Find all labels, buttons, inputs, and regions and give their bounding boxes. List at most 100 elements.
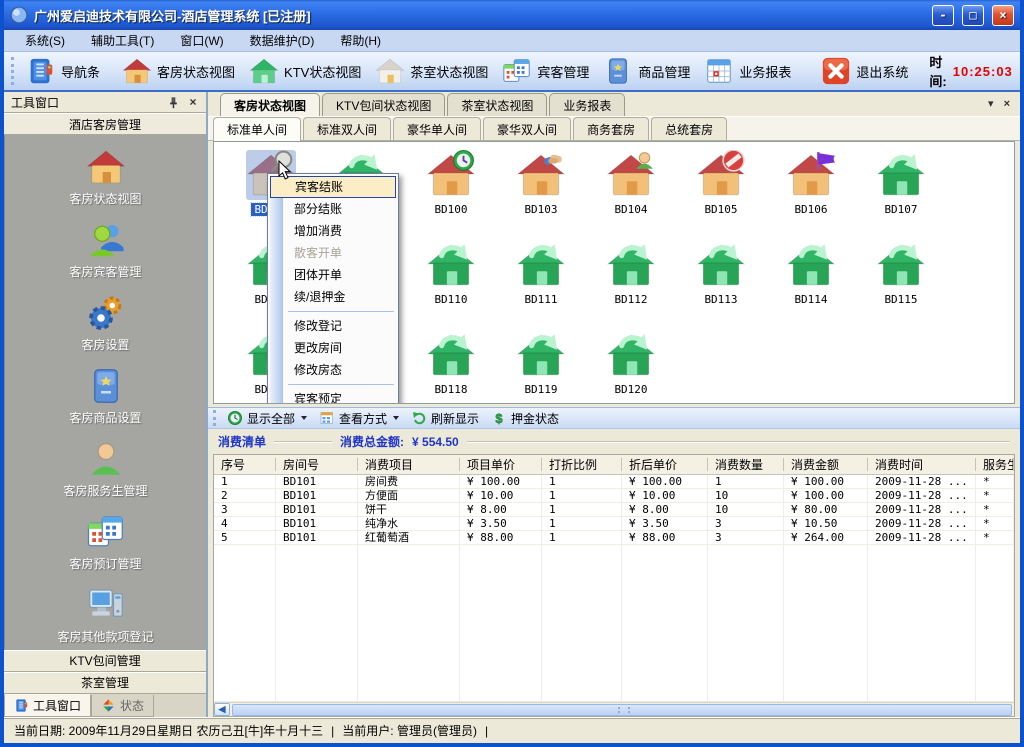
menu-item-1[interactable]: 辅助工具(T)	[80, 30, 165, 51]
navigator-book-icon	[14, 698, 29, 713]
sidebar-bottom-tab-label: 状态	[120, 697, 144, 714]
sidebar-group-button-0[interactable]: KTV包间管理	[4, 650, 206, 672]
toolbar-button-3[interactable]: 茶室状态视图	[368, 55, 495, 87]
sidebar-item-2[interactable]: 客房设置	[5, 293, 206, 353]
room-BD100[interactable]: BD100	[406, 150, 496, 233]
view-tab-1[interactable]: KTV包间状态视图	[322, 93, 445, 116]
list-toolbar-button-3[interactable]: $押金状态	[486, 410, 564, 427]
context-menu-item-1[interactable]: 部分结账	[270, 198, 396, 220]
scroll-left-icon[interactable]: ◀	[214, 703, 230, 716]
context-menu-item-8[interactable]: 修改房态	[270, 359, 396, 381]
time-value: 10:25:03	[953, 64, 1013, 79]
list-toolbar-button-0[interactable]: 显示全部	[222, 410, 312, 427]
context-menu-item-4[interactable]: 团体开单	[270, 264, 396, 286]
toolbar-grip[interactable]	[213, 410, 216, 426]
room-BD111[interactable]: BD111	[496, 240, 586, 323]
minimize-button[interactable]: -	[932, 5, 954, 26]
table-body: 1BD101房间费¥ 100.001¥ 100.001¥ 100.002009-…	[214, 475, 1014, 702]
context-menu-item-6[interactable]: 修改登记	[270, 315, 396, 337]
room-BD112[interactable]: BD112	[586, 240, 676, 323]
tab-close-icon[interactable]: ×	[1004, 98, 1010, 110]
scrollbar-thumb[interactable]	[232, 704, 1012, 716]
gears-icon	[86, 293, 126, 333]
toolbar-button-6[interactable]: 业务报表	[697, 55, 798, 87]
room-BD113[interactable]: BD113	[676, 240, 766, 323]
column-header-5[interactable]: 折后单价	[622, 455, 708, 474]
room-BD120[interactable]: BD120	[586, 330, 676, 404]
sidebar-item-5[interactable]: 客房预订管理	[5, 512, 206, 572]
room-type-tab-4[interactable]: 商务套房	[573, 117, 649, 140]
toolbar-button-1[interactable]: 客房状态视图	[115, 55, 242, 87]
column-header-4[interactable]: 打折比例	[542, 455, 622, 474]
context-menu-item-7[interactable]: 更改房间	[270, 337, 396, 359]
room-BD103[interactable]: BD103	[496, 150, 586, 233]
sidebar-item-0[interactable]: 客房状态视图	[5, 147, 206, 207]
room-label: BD103	[521, 203, 560, 216]
context-menu-item-2[interactable]: 增加消费	[270, 220, 396, 242]
room-BD115[interactable]: BD115	[856, 240, 946, 323]
room-BD106[interactable]: BD106	[766, 150, 856, 233]
column-header-9[interactable]: 服务生	[976, 455, 1014, 474]
room-type-tab-2[interactable]: 豪华单人间	[393, 117, 481, 140]
sidebar-bottom-tab-1[interactable]: 状态	[91, 695, 154, 717]
context-menu-item-3[interactable]: 散客开单	[270, 242, 396, 264]
sidebar-item-4[interactable]: 客房服务生管理	[5, 439, 206, 499]
toolbar-button-4[interactable]: 宾客管理	[495, 55, 596, 87]
close-button[interactable]: ×	[992, 5, 1014, 26]
menu-item-3[interactable]: 数据维护(D)	[239, 30, 326, 51]
sidebar-item-3[interactable]: 客房商品设置	[5, 366, 206, 426]
sidebar-bottom-tab-0[interactable]: 工具窗口	[4, 694, 91, 717]
toolbar-button-0[interactable]: 导航条	[19, 55, 107, 87]
room-status-stopped-icon	[696, 150, 746, 200]
table-row-1[interactable]: 2BD101方便面¥ 10.001¥ 10.0010¥ 100.002009-1…	[214, 489, 1014, 503]
room-BD104[interactable]: BD104	[586, 150, 676, 233]
room-BD118[interactable]: BD118	[406, 330, 496, 404]
room-BD110[interactable]: BD110	[406, 240, 496, 323]
list-toolbar-button-1[interactable]: 查看方式	[314, 410, 404, 427]
toolbar-button-7[interactable]: 退出系统	[814, 55, 915, 87]
sidebar-item-6[interactable]: 客房其他款项登记	[5, 585, 206, 645]
sidebar-group-button-1[interactable]: 茶室管理	[4, 672, 206, 694]
column-header-7[interactable]: 消费金额	[784, 455, 868, 474]
view-tab-3[interactable]: 业务报表	[549, 93, 625, 116]
toolbar-button-5[interactable]: 商品管理	[596, 55, 697, 87]
table-cell: ¥ 80.00	[784, 503, 868, 516]
list-toolbar-button-2[interactable]: 刷新显示	[406, 410, 484, 427]
table-row-2[interactable]: 3BD101饼干¥ 8.001¥ 8.0010¥ 80.002009-11-28…	[214, 503, 1014, 517]
horizontal-scrollbar[interactable]: ◀	[214, 702, 1014, 716]
column-header-3[interactable]: 项目单价	[460, 455, 542, 474]
toolbar-button-2[interactable]: KTV状态视图	[242, 55, 368, 87]
menu-item-2[interactable]: 窗口(W)	[169, 30, 234, 51]
room-type-tab-5[interactable]: 总统套房	[651, 117, 727, 140]
view-tab-2[interactable]: 茶室状态视图	[447, 93, 547, 116]
column-header-0[interactable]: 序号	[214, 455, 276, 474]
column-header-6[interactable]: 消费数量	[708, 455, 784, 474]
table-cell: 10	[708, 503, 784, 516]
maximize-button[interactable]: □	[962, 5, 984, 26]
context-menu-item-5[interactable]: 续/退押金	[270, 286, 396, 308]
sidebar-item-1[interactable]: 客房宾客管理	[5, 220, 206, 280]
table-cell: *	[976, 531, 1014, 544]
view-tab-0[interactable]: 客房状态视图	[220, 93, 320, 116]
menu-item-0[interactable]: 系统(S)	[14, 30, 76, 51]
room-BD105[interactable]: BD105	[676, 150, 766, 233]
room-type-tab-3[interactable]: 豪华双人间	[483, 117, 571, 140]
room-BD114[interactable]: BD114	[766, 240, 856, 323]
room-type-tab-0[interactable]: 标准单人间	[213, 117, 301, 141]
tool-window-close-icon[interactable]: ×	[185, 95, 201, 110]
room-BD107[interactable]: BD107	[856, 150, 946, 233]
room-BD119[interactable]: BD119	[496, 330, 586, 404]
table-row-0[interactable]: 1BD101房间费¥ 100.001¥ 100.001¥ 100.002009-…	[214, 475, 1014, 489]
room-type-tab-1[interactable]: 标准双人间	[303, 117, 391, 140]
column-header-1[interactable]: 房间号	[276, 455, 358, 474]
tab-scroll-down-icon[interactable]: ▾	[988, 97, 994, 110]
toolbar-grip[interactable]	[11, 57, 14, 85]
column-header-2[interactable]: 消费项目	[358, 455, 460, 474]
sidebar-panel-title[interactable]: 酒店客房管理	[4, 113, 206, 135]
context-menu-item-9[interactable]: 宾客预定	[270, 388, 396, 404]
table-row-3[interactable]: 4BD101纯净水¥ 3.501¥ 3.503¥ 10.502009-11-28…	[214, 517, 1014, 531]
column-header-8[interactable]: 消费时间	[868, 455, 976, 474]
pin-icon[interactable]	[165, 95, 181, 110]
table-row-4[interactable]: 5BD101红葡萄酒¥ 88.001¥ 88.003¥ 264.002009-1…	[214, 531, 1014, 545]
menu-item-4[interactable]: 帮助(H)	[329, 30, 392, 51]
